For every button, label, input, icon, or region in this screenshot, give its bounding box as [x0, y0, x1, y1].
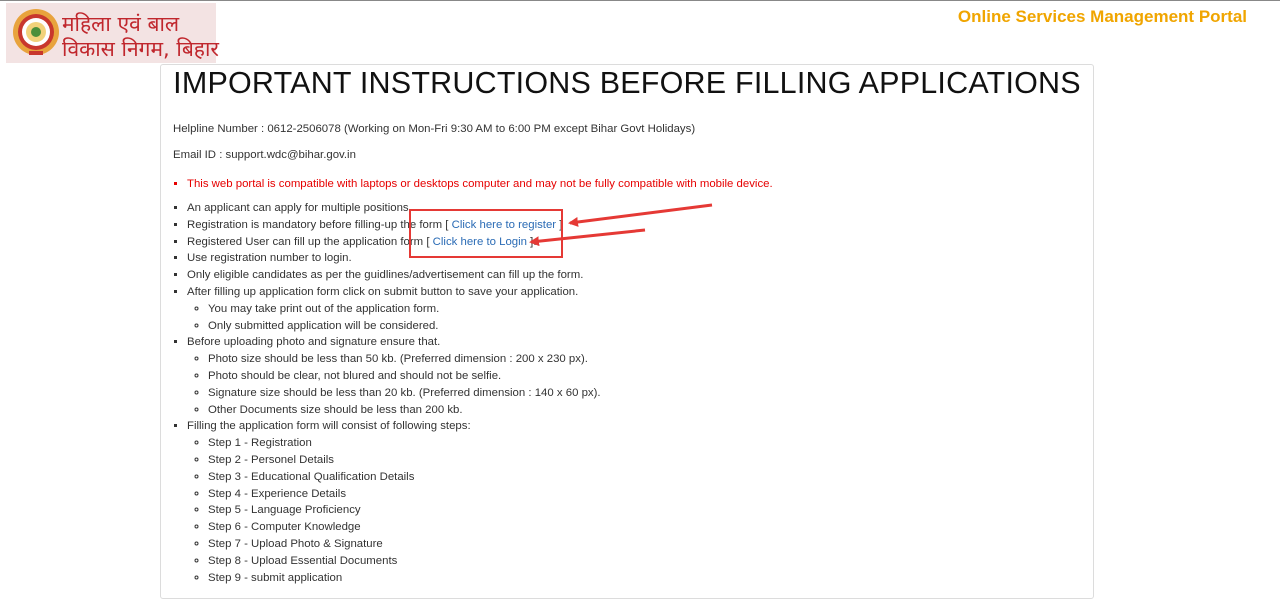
- submit-text: After filling up application form click …: [187, 285, 579, 298]
- upload-sublist: Photo size should be less than 50 kb. (P…: [187, 351, 601, 418]
- steps-sublist: Step 1 - Registration Step 2 - Personel …: [187, 435, 601, 586]
- annotation-highlight-box: [409, 209, 563, 258]
- sub-list-item: Photo should be clear, not blured and sh…: [208, 368, 601, 385]
- page-title: IMPORTANT INSTRUCTIONS BEFORE FILLING AP…: [173, 66, 1081, 100]
- list-item: Only eligible candidates as per the guid…: [187, 267, 601, 284]
- step-item: Step 7 - Upload Photo & Signature: [208, 536, 601, 553]
- steps-intro: Filling the application form will consis…: [187, 420, 471, 433]
- top-border: [0, 0, 1280, 1]
- helpline-text: Helpline Number : 0612-2506078 (Working …: [173, 123, 696, 135]
- step-item: Step 6 - Computer Knowledge: [208, 519, 601, 536]
- sub-list-item: Photo size should be less than 50 kb. (P…: [208, 351, 601, 368]
- logo-text-line2: विकास निगम, बिहार: [62, 37, 219, 61]
- emblem-icon: [13, 9, 59, 55]
- sub-list-item: Signature size should be less than 20 kb…: [208, 385, 601, 402]
- step-item: Step 9 - submit application: [208, 570, 601, 587]
- step-item: Step 3 - Educational Qualification Detai…: [208, 469, 601, 486]
- sub-list-item: Other Documents size should be less than…: [208, 402, 601, 419]
- instructions-panel: IMPORTANT INSTRUCTIONS BEFORE FILLING AP…: [160, 64, 1094, 599]
- step-item: Step 2 - Personel Details: [208, 452, 601, 469]
- portal-title: Online Services Management Portal: [957, 7, 1247, 26]
- sub-list-item: Only submitted application will be consi…: [208, 318, 601, 335]
- step-item: Step 4 - Experience Details: [208, 486, 601, 503]
- compat-note: This web portal is compatible with lapto…: [187, 176, 773, 193]
- logo-text-line1: महिला एवं बाल: [62, 12, 180, 36]
- site-logo[interactable]: महिला एवं बाल विकास निगम, बिहार: [6, 3, 219, 63]
- step-item: Step 1 - Registration: [208, 435, 601, 452]
- step-item: Step 8 - Upload Essential Documents: [208, 553, 601, 570]
- sub-list-item: You may take print out of the applicatio…: [208, 301, 601, 318]
- submit-sublist: You may take print out of the applicatio…: [187, 301, 601, 335]
- compat-note-list: This web portal is compatible with lapto…: [173, 176, 773, 193]
- list-item-upload: Before uploading photo and signature ens…: [187, 334, 601, 418]
- upload-text: Before uploading photo and signature ens…: [187, 336, 441, 349]
- list-item-submit: After filling up application form click …: [187, 284, 601, 334]
- login-prefix: Registered User can fill up the applicat…: [187, 235, 433, 248]
- email-text: Email ID : support.wdc@bihar.gov.in: [173, 149, 356, 161]
- step-item: Step 5 - Language Proficiency: [208, 502, 601, 519]
- list-item-steps: Filling the application form will consis…: [187, 418, 601, 586]
